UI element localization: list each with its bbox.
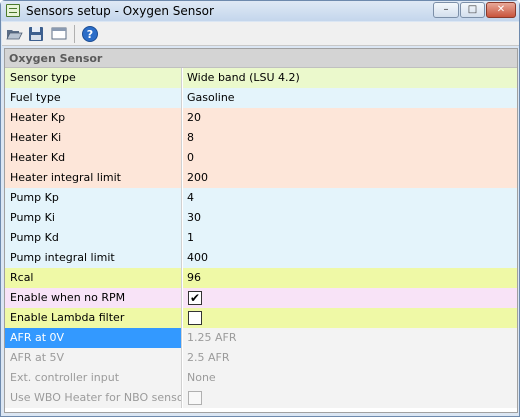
toolbar: ? [2, 22, 519, 46]
property-value [183, 388, 517, 408]
sensors-setup-window: Sensors setup - Oxygen Sensor – □ ✕ ? Ox… [0, 0, 520, 417]
property-value[interactable]: Wide band (LSU 4.2) [183, 68, 517, 88]
row-sensor-type[interactable]: Sensor type Wide band (LSU 4.2) [5, 68, 517, 88]
property-label: Heater Kp [5, 108, 182, 128]
property-value[interactable]: 20 [183, 108, 517, 128]
section-header-oxygen-sensor: Oxygen Sensor [5, 49, 517, 68]
row-afr-at-5v[interactable]: AFR at 5V 2.5 AFR [5, 348, 517, 368]
property-value[interactable]: 400 [183, 248, 517, 268]
svg-text:?: ? [87, 28, 93, 41]
property-label: Heater Ki [5, 128, 182, 148]
use-wbo-heater-checkbox[interactable] [188, 391, 202, 405]
property-label: Rcal [5, 268, 182, 288]
row-ext-controller-input[interactable]: Ext. controller input None [5, 368, 517, 388]
property-label: Heater Kd [5, 148, 182, 168]
property-label: Sensor type [5, 68, 182, 88]
property-value[interactable]: 1 [183, 228, 517, 248]
help-icon[interactable]: ? [81, 25, 99, 43]
property-value [183, 308, 517, 328]
property-value[interactable]: None [183, 368, 517, 388]
row-fuel-type[interactable]: Fuel type Gasoline [5, 88, 517, 108]
enable-lambda-filter-checkbox[interactable] [188, 311, 202, 325]
property-value[interactable]: 1.25 AFR [183, 328, 517, 348]
row-heater-ki[interactable]: Heater Ki 8 [5, 128, 517, 148]
open-folder-icon[interactable] [5, 25, 23, 43]
view-icon[interactable] [50, 25, 68, 43]
property-label: Pump integral limit [5, 248, 182, 268]
close-button[interactable]: ✕ [486, 2, 516, 18]
property-label: Pump Kp [5, 188, 182, 208]
property-value[interactable]: 200 [183, 168, 517, 188]
property-label: AFR at 5V [5, 348, 182, 368]
maximize-button[interactable]: □ [460, 2, 485, 18]
row-use-wbo-heater[interactable]: Use WBO Heater for NBO sensor [5, 388, 517, 408]
property-value[interactable]: 30 [183, 208, 517, 228]
toolbar-separator [74, 25, 75, 43]
property-label: Use WBO Heater for NBO sensor [5, 388, 182, 408]
property-label: Enable when no RPM [5, 288, 182, 308]
row-heater-kd[interactable]: Heater Kd 0 [5, 148, 517, 168]
property-label: Fuel type [5, 88, 182, 108]
property-label: Pump Ki [5, 208, 182, 228]
property-grid: Oxygen Sensor Sensor type Wide band (LSU… [4, 48, 518, 413]
row-heater-kp[interactable]: Heater Kp 20 [5, 108, 517, 128]
row-pump-kd[interactable]: Pump Kd 1 [5, 228, 517, 248]
property-label: Pump Kd [5, 228, 182, 248]
property-value[interactable]: 4 [183, 188, 517, 208]
property-value: ✔ [183, 288, 517, 308]
row-pump-kp[interactable]: Pump Kp 4 [5, 188, 517, 208]
minimize-button[interactable]: – [433, 2, 459, 18]
property-value[interactable]: Gasoline [183, 88, 517, 108]
row-pump-integral-limit[interactable]: Pump integral limit 400 [5, 248, 517, 268]
property-value[interactable]: 0 [183, 148, 517, 168]
row-enable-when-no-rpm[interactable]: Enable when no RPM ✔ [5, 288, 517, 308]
property-label: Enable Lambda filter [5, 308, 182, 328]
row-rcal[interactable]: Rcal 96 [5, 268, 517, 288]
save-icon[interactable] [27, 25, 45, 43]
property-value[interactable]: 2.5 AFR [183, 348, 517, 368]
enable-when-no-rpm-checkbox[interactable]: ✔ [188, 291, 202, 305]
row-heater-integral-limit[interactable]: Heater integral limit 200 [5, 168, 517, 188]
property-value[interactable]: 96 [183, 268, 517, 288]
property-label: Heater integral limit [5, 168, 182, 188]
app-icon [6, 4, 20, 17]
title-bar[interactable]: Sensors setup - Oxygen Sensor – □ ✕ [1, 1, 519, 21]
property-label: AFR at 0V [5, 328, 182, 348]
row-pump-ki[interactable]: Pump Ki 30 [5, 208, 517, 228]
row-afr-at-0v[interactable]: AFR at 0V 1.25 AFR [5, 328, 517, 348]
property-value[interactable]: 8 [183, 128, 517, 148]
row-enable-lambda-filter[interactable]: Enable Lambda filter [5, 308, 517, 328]
window-title: Sensors setup - Oxygen Sensor [26, 4, 214, 18]
property-label: Ext. controller input [5, 368, 182, 388]
